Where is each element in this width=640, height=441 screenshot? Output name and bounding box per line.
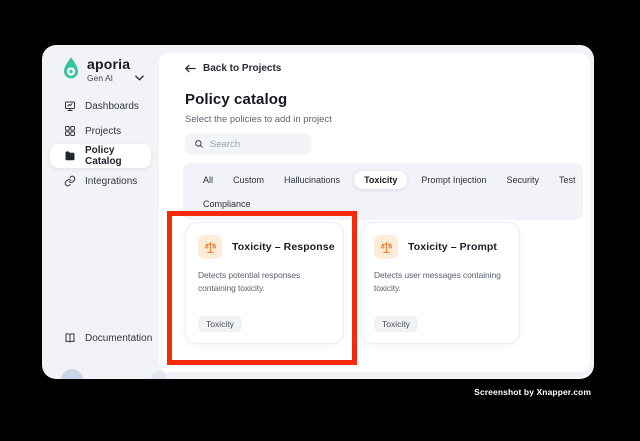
link-icon: [64, 175, 76, 187]
tab-security[interactable]: Security: [500, 171, 545, 189]
sidebar-item-label: Dashboards: [85, 100, 139, 112]
sidebar-item-label: Projects: [85, 125, 122, 137]
tab-compliance[interactable]: Compliance: [197, 195, 257, 213]
back-to-projects-link[interactable]: Back to Projects: [185, 63, 281, 74]
scales-icon: [198, 235, 222, 259]
sidebar-item-policy-catalog[interactable]: Policy Catalog: [50, 144, 151, 168]
folder-icon: [64, 150, 76, 162]
sidebar-item-projects[interactable]: Projects: [50, 119, 151, 143]
page-title: Policy catalog: [185, 91, 288, 108]
user-avatar[interactable]: [61, 369, 83, 379]
book-icon: [64, 332, 76, 344]
arrow-left-icon: [185, 64, 196, 73]
tab-test[interactable]: Test: [553, 171, 582, 189]
chevron-down-icon: [135, 75, 144, 81]
workspace-name: Gen AI: [87, 73, 113, 83]
tab-all[interactable]: All: [197, 171, 219, 189]
page-subtitle: Select the policies to add in project: [185, 114, 332, 125]
card-description: Detects user messages containing toxicit…: [374, 270, 501, 294]
workspace-switcher[interactable]: Gen AI: [87, 73, 144, 83]
screenshot-credit: Screenshot by Xnapper.com: [474, 387, 591, 397]
app-window: aporia Gen AI Dashboards Projects Policy…: [42, 45, 594, 379]
back-link-label: Back to Projects: [203, 63, 282, 74]
tab-toxicity[interactable]: Toxicity: [354, 171, 408, 189]
card-title: Toxicity – Prompt: [408, 241, 498, 253]
card-header: Toxicity – Prompt: [374, 235, 507, 259]
policy-filter-tabs: All Custom Hallucinations Toxicity Promp…: [183, 163, 583, 220]
sidebar-item-label: Policy Catalog: [85, 145, 122, 167]
projects-icon: [64, 125, 76, 137]
policy-card-toxicity-prompt[interactable]: Toxicity – Prompt Detects user messages …: [361, 222, 520, 344]
sidebar-item-integrations[interactable]: Integrations: [50, 169, 151, 193]
aporia-logo-icon: [61, 56, 81, 81]
card-tag: Toxicity: [198, 316, 242, 332]
search-icon: [194, 139, 204, 149]
tab-row: All Custom Hallucinations Toxicity Promp…: [197, 171, 575, 189]
brand-block: aporia Gen AI: [61, 56, 144, 83]
dashboards-icon: [64, 100, 76, 112]
scales-icon: [374, 235, 398, 259]
sidebar-item-label: Documentation: [85, 332, 153, 344]
tab-hallucinations[interactable]: Hallucinations: [278, 171, 346, 189]
tab-topics[interactable]: Topics: [589, 171, 594, 189]
sidebar-nav: Dashboards Projects Policy Catalog Integ…: [50, 94, 151, 193]
tab-custom[interactable]: Custom: [227, 171, 270, 189]
policy-cards: Toxicity – Response Detects potential re…: [185, 222, 520, 344]
sidebar-item-dashboards[interactable]: Dashboards: [50, 94, 151, 118]
tab-prompt-injection[interactable]: Prompt Injection: [415, 171, 492, 189]
card-title: Toxicity – Response: [232, 241, 335, 253]
brand-name: aporia: [87, 56, 131, 72]
search-box[interactable]: [185, 133, 311, 155]
tab-row: Compliance: [197, 195, 569, 213]
main-panel: Back to Projects Policy catalog Select t…: [159, 53, 590, 372]
card-description: Detects potential responses containing t…: [198, 270, 301, 294]
search-input[interactable]: [210, 138, 302, 150]
sidebar-collapse-button[interactable]: [151, 371, 167, 379]
card-header: Toxicity – Response: [198, 235, 335, 259]
card-tag: Toxicity: [374, 316, 418, 332]
sidebar-item-documentation[interactable]: Documentation: [50, 326, 153, 350]
policy-card-toxicity-response[interactable]: Toxicity – Response Detects potential re…: [185, 222, 344, 344]
sidebar-item-label: Integrations: [85, 175, 138, 187]
sidebar-footer: Documentation: [50, 326, 153, 350]
sidebar: aporia Gen AI Dashboards Projects Policy…: [42, 45, 167, 379]
